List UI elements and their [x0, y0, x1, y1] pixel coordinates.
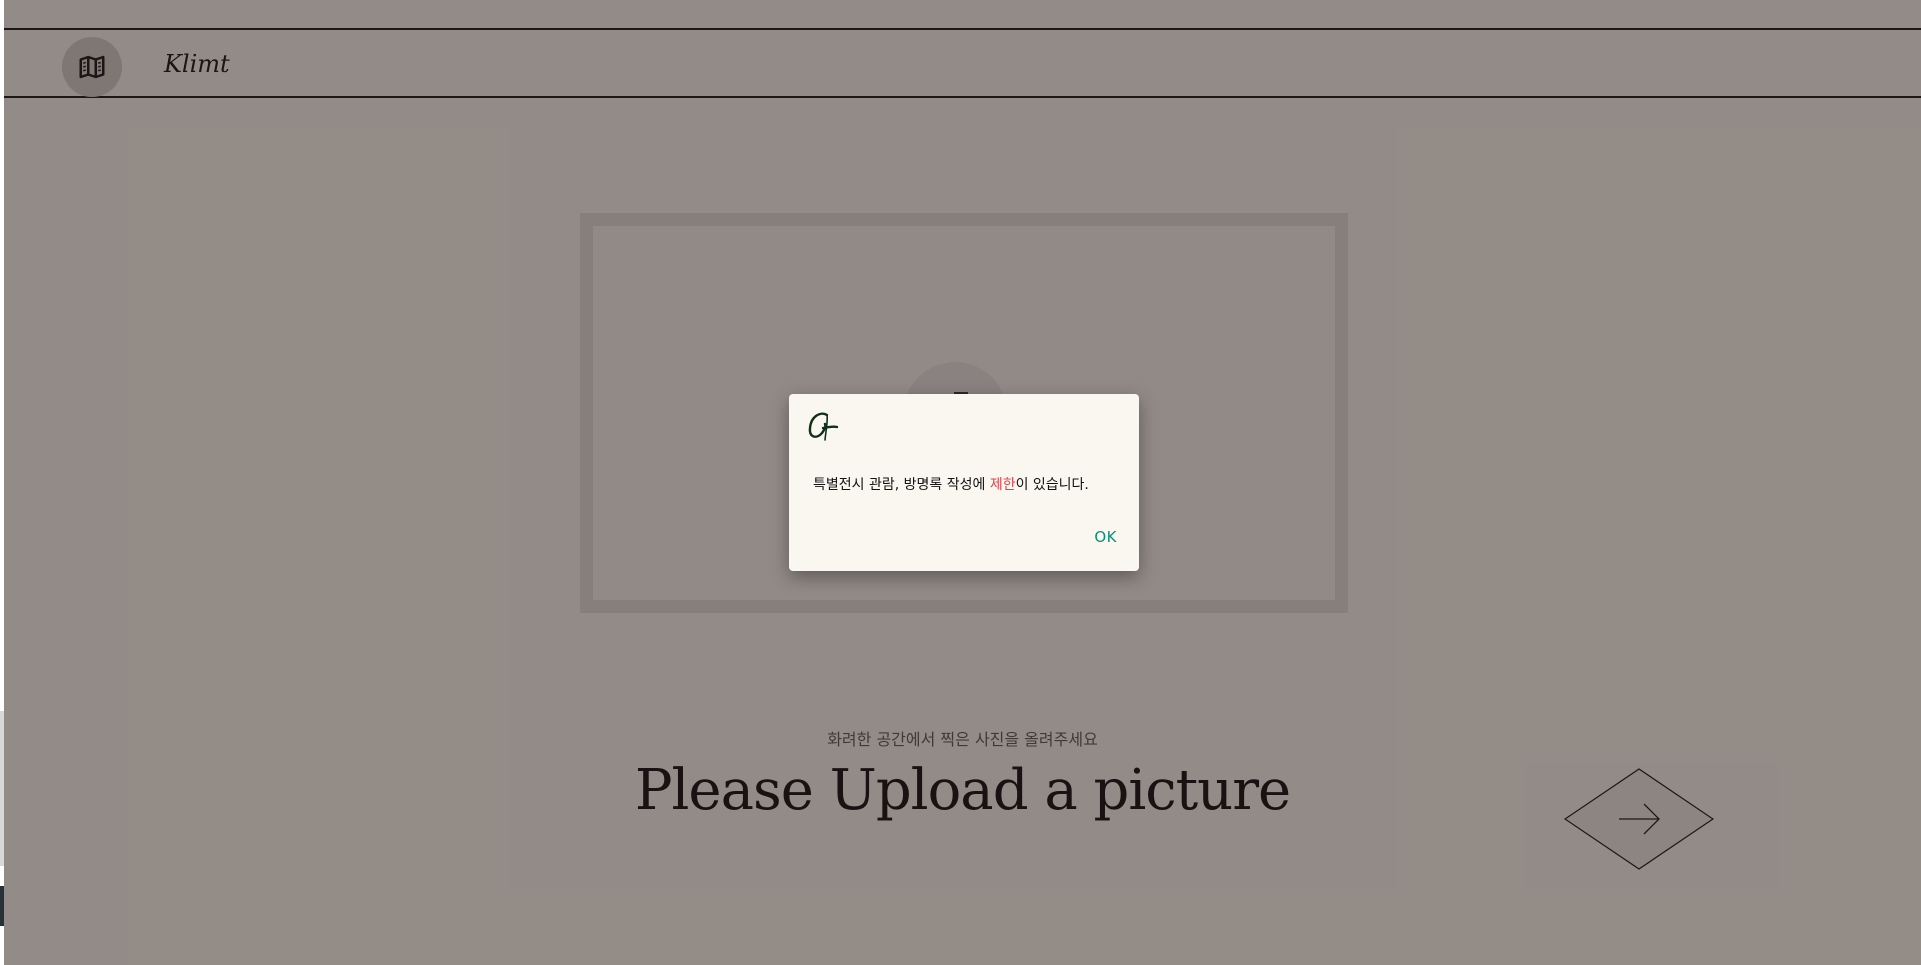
signature-g-logo: [808, 412, 839, 441]
alert-dialog: 특별전시 관람, 방명록 작성에 제한이 있습니다. OK: [789, 394, 1139, 571]
ok-button[interactable]: OK: [1094, 528, 1117, 546]
dialog-message-text: 특별전시 관람, 방명록 작성에: [813, 477, 990, 493]
page: Klimt 화려한 공간에서 찍은 사진을 올려주세요 Please Uploa…: [4, 0, 1921, 965]
dialog-message: 특별전시 관람, 방명록 작성에 제한이 있습니다.: [813, 474, 1089, 494]
dialog-message-highlight: 제한: [989, 477, 1016, 493]
dialog-message-text-end: 이 있습니다.: [1015, 477, 1089, 493]
